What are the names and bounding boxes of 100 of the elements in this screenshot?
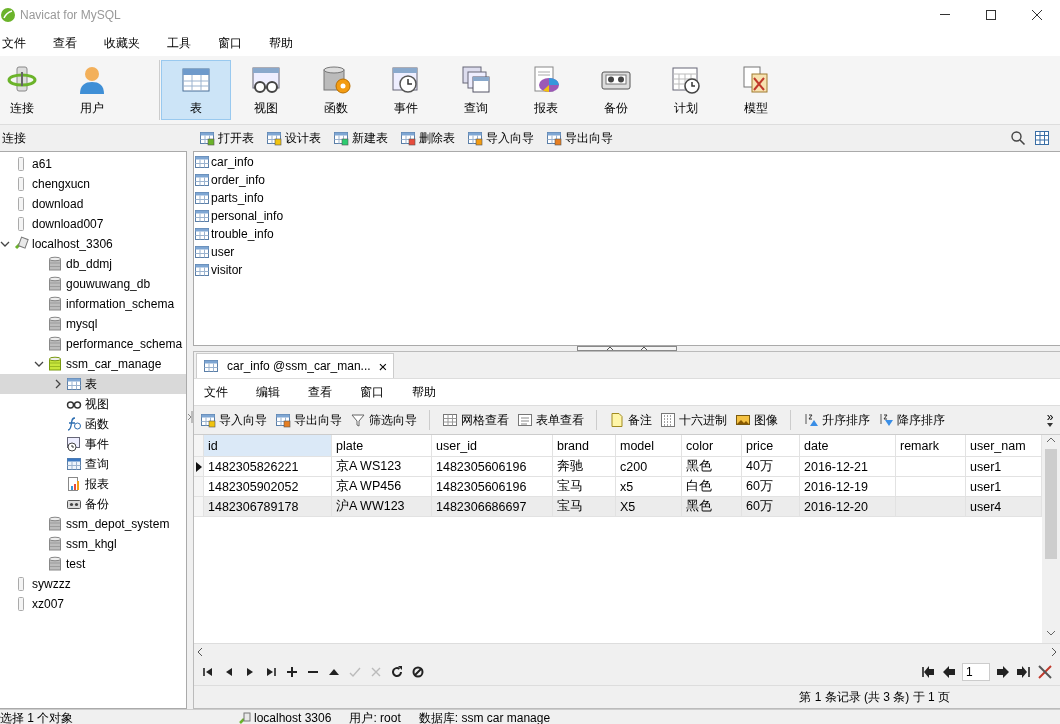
toolbar-button[interactable]: 升序排序	[801, 410, 872, 430]
toolbar-button[interactable]: 查询	[441, 60, 511, 120]
menu-item[interactable]: 窗口	[218, 34, 255, 52]
column-header[interactable]: price	[742, 435, 800, 457]
tree-item[interactable]: download	[0, 194, 186, 214]
menu-item[interactable]: 编辑	[256, 383, 304, 401]
tree-item[interactable]: ssm_car_manage	[0, 354, 186, 374]
tree-item[interactable]: 报表	[0, 474, 186, 494]
tree-item[interactable]: 事件	[0, 434, 186, 454]
tree-item[interactable]: download007	[0, 214, 186, 234]
tree-item[interactable]: information_schema	[0, 294, 186, 314]
menu-item[interactable]: 帮助	[269, 34, 306, 52]
toolbar-button[interactable]: 连接	[0, 60, 57, 120]
tree-item[interactable]: sywzzz	[0, 574, 186, 594]
column-header[interactable]: color	[682, 435, 742, 457]
search-icon[interactable]	[1010, 130, 1026, 146]
tree-item[interactable]: 备份	[0, 494, 186, 514]
toolbar-overflow-button[interactable]: »	[1046, 412, 1054, 422]
column-header[interactable]: id	[204, 435, 332, 457]
row-header[interactable]	[194, 457, 204, 477]
scroll-right-icon[interactable]	[1050, 646, 1058, 657]
toolbar-button[interactable]: 模型	[721, 60, 791, 120]
add-icon[interactable]	[284, 664, 300, 680]
column-header[interactable]: plate	[332, 435, 432, 457]
tree-item[interactable]: 视图	[0, 394, 186, 414]
menu-item[interactable]: 窗口	[360, 383, 408, 401]
toolbar-button[interactable]: 表	[161, 60, 231, 120]
refresh-icon[interactable]	[389, 664, 405, 680]
tree-item[interactable]: mysql	[0, 314, 186, 334]
toolbar-button[interactable]: 打开表	[197, 128, 256, 148]
tree-item[interactable]: 函数	[0, 414, 186, 434]
table-list-item[interactable]: parts_info	[194, 189, 264, 207]
tree-item[interactable]: ssm_depot_system	[0, 514, 186, 534]
toolbar-button[interactable]: 设计表	[264, 128, 323, 148]
toolbar-button[interactable]: 视图	[231, 60, 301, 120]
tree-item[interactable]: 查询	[0, 454, 186, 474]
table-list-item[interactable]: car_info	[194, 153, 254, 171]
menu-item[interactable]: 文件	[204, 383, 252, 401]
toolbar-button[interactable]: 导入向导	[198, 410, 269, 430]
tab-close-button[interactable]: ×	[378, 357, 388, 375]
toolbar-button[interactable]: 备份	[581, 60, 651, 120]
document-tab[interactable]: car_info @ssm_car_man... ×	[196, 353, 395, 378]
scroll-left-icon[interactable]	[196, 646, 204, 657]
tree-item[interactable]: ssm_khgl	[0, 534, 186, 554]
table-list-item[interactable]: visitor	[194, 261, 243, 279]
toolbar-button[interactable]: 计划	[651, 60, 721, 120]
menu-item[interactable]: 工具	[167, 34, 204, 52]
menu-item[interactable]: 文件	[2, 34, 39, 52]
grid-view-icon[interactable]	[1034, 130, 1050, 146]
toolbar-button[interactable]: 网格查看	[440, 410, 511, 430]
toolbar-button[interactable]: 降序排序	[876, 410, 947, 430]
column-header[interactable]: user_id	[432, 435, 553, 457]
tree-item[interactable]: test	[0, 554, 186, 574]
toolbar-button[interactable]: 筛选向导	[348, 410, 419, 430]
menu-item[interactable]: 帮助	[412, 383, 460, 401]
table-list-item[interactable]: order_info	[194, 171, 266, 189]
tree-item[interactable]: chengxucn	[0, 174, 186, 194]
toolbar-button[interactable]: 十六进制	[658, 410, 729, 430]
menu-item[interactable]: 查看	[308, 383, 356, 401]
tree-item[interactable]: gouwuwang_db	[0, 274, 186, 294]
page-field[interactable]: 1	[962, 663, 990, 681]
tree-item[interactable]: db_ddmj	[0, 254, 186, 274]
toolbar-button[interactable]: 函数	[301, 60, 371, 120]
next-page-icon[interactable]	[995, 664, 1011, 680]
tree-item[interactable]: performance_schema	[0, 334, 186, 354]
status-text: 选择 1 个对象	[0, 709, 75, 724]
column-header[interactable]: model	[616, 435, 682, 457]
stop-icon[interactable]	[410, 664, 426, 680]
toolbar-button[interactable]: 导出向导	[544, 128, 615, 148]
toolbar-button[interactable]: 表单查看	[515, 410, 586, 430]
tree-item[interactable]: xz007	[0, 594, 186, 614]
toolbar-button[interactable]: 删除表	[398, 128, 457, 148]
column-header[interactable]: date	[800, 435, 896, 457]
menu-item[interactable]: 收藏夹	[104, 34, 153, 52]
toolbar-button[interactable]: 用户	[57, 60, 127, 120]
tree-item[interactable]: a61	[0, 154, 186, 174]
first-page-icon[interactable]	[920, 664, 936, 680]
tools-icon[interactable]	[1037, 664, 1053, 680]
toolbar-button[interactable]: 备注	[607, 410, 654, 430]
column-header[interactable]: brand	[553, 435, 616, 457]
toolbar-button[interactable]: 导出向导	[273, 410, 344, 430]
previous-page-icon[interactable]	[941, 664, 957, 680]
toolbar-button[interactable]: 导入向导	[465, 128, 536, 148]
toolbar-button[interactable]: 图像	[733, 410, 780, 430]
table-list-item[interactable]: user	[194, 243, 235, 261]
table-list-item[interactable]: personal_info	[194, 207, 284, 225]
table-list-item[interactable]: trouble_info	[194, 225, 274, 243]
dropdown-arrow-icon[interactable]	[1046, 422, 1054, 428]
toolbar-button[interactable]: 新建表	[331, 128, 390, 148]
tree-item[interactable]: localhost_3306	[0, 234, 186, 254]
tree-item[interactable]: 表	[0, 374, 186, 394]
column-header[interactable]: remark	[896, 435, 966, 457]
table-row[interactable]: 1482305826221 京A WS123 1482305606196 奔驰 c200 黑色 40万 2016-12-21 user1	[194, 457, 1042, 477]
close-icon[interactable]	[1031, 9, 1043, 21]
toolbar-button[interactable]: 事件	[371, 60, 441, 120]
menu-item[interactable]: 查看	[53, 34, 90, 52]
table-row[interactable]: 1482306789178 沪A WW123 1482306686697 宝马 X5 黑色 60万 2016-12-20 user4	[194, 497, 1042, 517]
toolbar-button[interactable]: 报表	[511, 60, 581, 120]
maximize-icon[interactable]	[985, 9, 997, 21]
last-page-icon[interactable]	[1016, 664, 1032, 680]
